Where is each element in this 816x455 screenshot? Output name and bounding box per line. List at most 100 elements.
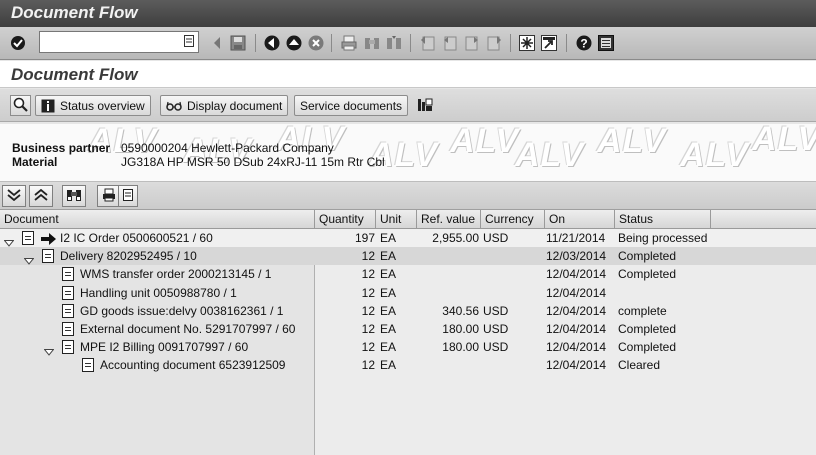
column-header-row: Document Quantity Unit Ref. value Curren… bbox=[0, 210, 816, 229]
col-header-currency[interactable]: Currency bbox=[481, 210, 545, 229]
status-overview-button[interactable]: Status overview bbox=[35, 95, 151, 116]
alv-watermark: ALV bbox=[752, 124, 816, 158]
document-icon bbox=[22, 231, 34, 245]
table-row[interactable]: Accounting document 6523912509 12 EA 12/04/… bbox=[0, 356, 816, 374]
document-cell[interactable]: Delivery 8202952495 / 10 bbox=[0, 247, 315, 265]
col-header-on[interactable]: On bbox=[545, 210, 615, 229]
status-cell: Being processed bbox=[618, 231, 708, 245]
document-cell[interactable]: MPE I2 Billing 0091707997 / 60 bbox=[0, 338, 315, 356]
page-icon bbox=[123, 188, 133, 204]
find-icon[interactable] bbox=[364, 35, 380, 51]
unit-cell: EA bbox=[380, 249, 397, 264]
shortcut-icon[interactable] bbox=[541, 35, 557, 51]
print-icon[interactable] bbox=[341, 35, 357, 51]
document-label: GD goods issue:delvy 0038162361 / 1 bbox=[80, 303, 284, 318]
currency-cell: USD bbox=[483, 340, 509, 355]
date-cell: 11/21/2014 bbox=[546, 231, 606, 245]
ref-value-cell bbox=[417, 356, 479, 374]
command-input[interactable] bbox=[40, 32, 176, 52]
quantity-cell: 12 bbox=[361, 340, 375, 355]
find-button[interactable] bbox=[62, 185, 86, 207]
service-documents-button[interactable]: Service documents bbox=[294, 95, 409, 116]
create-session-icon[interactable] bbox=[519, 35, 535, 51]
history-back-icon[interactable] bbox=[209, 35, 225, 51]
find-next-icon[interactable] bbox=[386, 35, 402, 51]
help-icon[interactable]: ? bbox=[576, 35, 592, 51]
table-row[interactable]: Delivery 8202952495 / 10 12 EA 12/03/2014 Co… bbox=[0, 247, 816, 266]
unit-cell: EA bbox=[380, 358, 397, 373]
expand-all-button[interactable] bbox=[2, 185, 26, 207]
document-cell[interactable]: Accounting document 6523912509 bbox=[0, 356, 315, 374]
document-cell[interactable]: WMS transfer order 2000213145 / 1 bbox=[0, 265, 315, 283]
col-header-unit[interactable]: Unit bbox=[376, 210, 417, 229]
business-partner-value: 0590000204 Hewlett-Packard Company bbox=[121, 141, 334, 155]
previous-page-icon[interactable] bbox=[442, 35, 458, 51]
document-cell[interactable]: GD goods issue:delvy 0038162361 / 1 bbox=[0, 302, 315, 320]
exit-icon[interactable] bbox=[286, 35, 302, 51]
layout-settings-icon[interactable] bbox=[417, 97, 433, 113]
material-value: JG318A HP MSR 50 DSub 24xRJ-11 15m Rtr C… bbox=[121, 155, 385, 169]
table-row[interactable]: I2 IC Order 0500600521 / 60 197 EA 2,955.00… bbox=[0, 229, 816, 247]
table-row[interactable]: Handling unit 0050988780 / 1 12 EA 12/04/20… bbox=[0, 284, 816, 302]
toolbar-separator bbox=[410, 34, 411, 52]
col-header-status[interactable]: Status bbox=[615, 210, 711, 229]
ref-value-cell bbox=[417, 247, 479, 265]
binoculars-icon bbox=[66, 188, 82, 205]
display-document-button[interactable]: Display document bbox=[160, 95, 289, 116]
currency-cell bbox=[483, 356, 545, 374]
printer-icon bbox=[102, 188, 116, 205]
find-document-button[interactable] bbox=[10, 95, 31, 116]
enter-icon[interactable] bbox=[10, 35, 26, 51]
document-icon bbox=[62, 303, 74, 318]
tree-expander-icon[interactable] bbox=[43, 343, 55, 356]
document-icon bbox=[82, 358, 94, 373]
currency-cell bbox=[483, 284, 545, 302]
status-cell: Completed bbox=[618, 340, 677, 355]
service-documents-label: Service documents bbox=[300, 98, 403, 113]
cancel-icon[interactable] bbox=[308, 35, 324, 51]
ref-value-cell: 340.56 bbox=[442, 303, 479, 318]
ref-value-cell bbox=[417, 265, 479, 283]
document-cell[interactable]: External document No. 5291707997 / 60 bbox=[0, 320, 315, 338]
currency-cell bbox=[483, 265, 545, 283]
tree-expander-icon[interactable] bbox=[23, 252, 35, 265]
command-field[interactable] bbox=[39, 31, 199, 53]
table-row[interactable]: External document No. 5291707997 / 60 12 E… bbox=[0, 320, 816, 338]
svg-text:?: ? bbox=[580, 37, 587, 51]
status-cell: complete bbox=[618, 303, 667, 318]
col-header-document[interactable]: Document bbox=[0, 210, 315, 229]
info-icon bbox=[41, 99, 55, 113]
last-page-icon[interactable] bbox=[486, 35, 502, 51]
quantity-cell: 12 bbox=[361, 267, 375, 282]
document-cell[interactable]: Handling unit 0050988780 / 1 bbox=[0, 284, 315, 302]
print-options-button[interactable] bbox=[118, 185, 138, 207]
document-icon bbox=[62, 267, 74, 282]
next-page-icon[interactable] bbox=[464, 35, 480, 51]
table-row[interactable]: GD goods issue:delvy 0038162361 / 1 12 EA 3… bbox=[0, 302, 816, 320]
tree-expander-icon[interactable] bbox=[3, 234, 15, 247]
business-partner-row: Business partner 0590000204 Hewlett-Packa… bbox=[12, 141, 334, 155]
command-history-icon[interactable] bbox=[184, 35, 194, 50]
save-icon[interactable] bbox=[230, 35, 246, 51]
ref-value-cell: 180.00 bbox=[442, 340, 479, 355]
collapse-all-button[interactable] bbox=[29, 185, 53, 207]
alv-watermark: ALV bbox=[597, 124, 667, 160]
table-row[interactable]: MPE I2 Billing 0091707997 / 60 12 EA 180.00… bbox=[0, 338, 816, 356]
back-nav-icon[interactable] bbox=[264, 35, 280, 51]
layout-menu-icon[interactable] bbox=[598, 35, 614, 51]
display-document-label: Display document bbox=[187, 98, 283, 113]
col-header-ref-value[interactable]: Ref. value bbox=[417, 210, 481, 229]
first-page-icon[interactable] bbox=[420, 35, 436, 51]
status-cell: Completed bbox=[618, 267, 677, 282]
document-cell[interactable]: I2 IC Order 0500600521 / 60 bbox=[0, 229, 315, 247]
currency-cell: USD bbox=[483, 231, 509, 245]
alv-watermark: ALV bbox=[450, 124, 520, 160]
screen-title-bar: Document Flow bbox=[0, 61, 816, 88]
tree-toolbar bbox=[0, 182, 816, 210]
table-row[interactable]: WMS transfer order 2000213145 / 1 12 EA 12/… bbox=[0, 265, 816, 283]
currency-cell: USD bbox=[483, 322, 509, 336]
col-header-quantity[interactable]: Quantity bbox=[315, 210, 376, 229]
expand-all-icon bbox=[7, 188, 21, 204]
alv-watermark: ALV bbox=[515, 136, 585, 174]
quantity-cell: 12 bbox=[361, 249, 375, 264]
